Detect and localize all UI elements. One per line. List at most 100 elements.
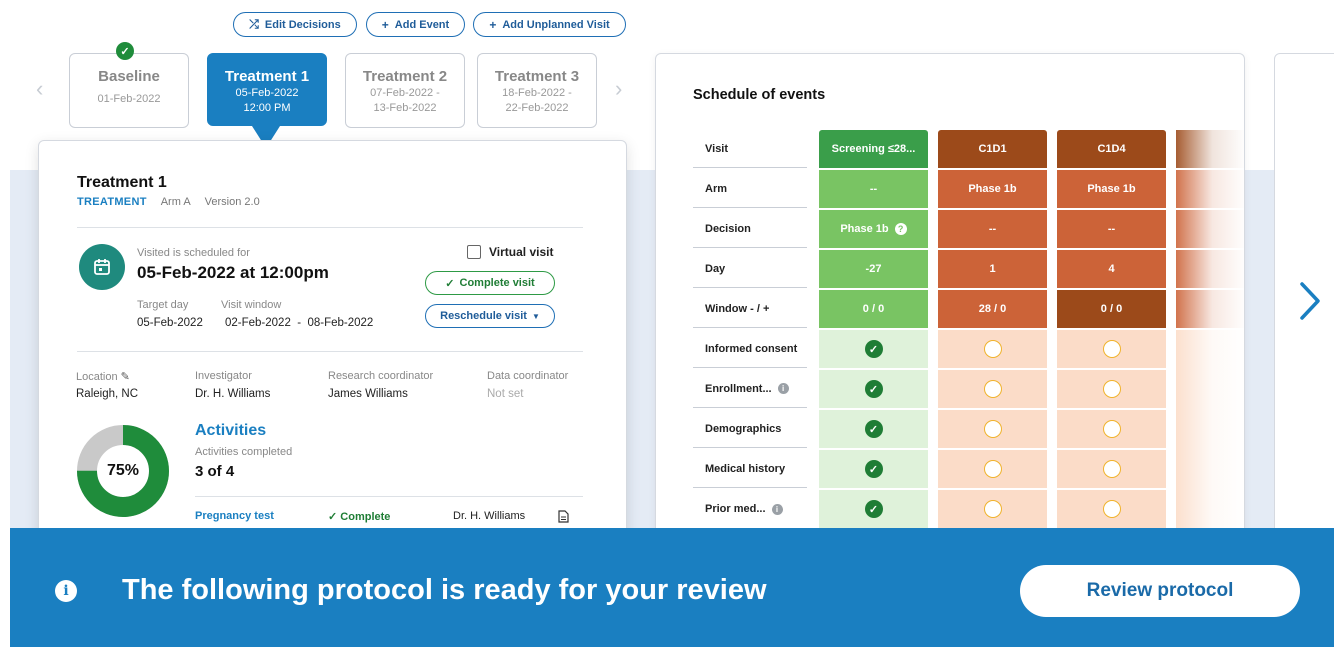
schedule-title: Schedule of events [693, 87, 826, 103]
header-c1d4[interactable]: C1D4 [1057, 130, 1166, 168]
row-label-day: Day [693, 250, 807, 288]
cell-status[interactable] [1057, 370, 1166, 408]
tab-treatment-1[interactable]: Treatment 1 05-Feb-2022 12:00 PM [207, 53, 327, 126]
activity-name-link[interactable]: Pregnancy test [195, 510, 274, 522]
complete-visit-button[interactable]: ✓ Complete visit [425, 271, 555, 295]
chevron-right-icon[interactable]: › [615, 76, 622, 102]
cell-decision: -- [1057, 210, 1166, 248]
pencil-icon[interactable]: ✎ [121, 371, 130, 383]
cell-status[interactable]: ✓ [819, 490, 928, 528]
tab-date-end: 22-Feb-2022 [505, 102, 569, 114]
scheduled-label: Visited is scheduled for [137, 247, 250, 259]
row-label-text: Visit [705, 142, 729, 155]
tab-baseline[interactable]: Baseline 01-Feb-2022 [69, 53, 189, 128]
checkmark-icon: ✓ [116, 42, 134, 60]
investigator-label: Investigator [195, 370, 252, 382]
activity-performer: Dr. H. Williams [453, 510, 526, 522]
review-protocol-button[interactable]: Review protocol [1020, 565, 1300, 617]
divider [77, 227, 583, 228]
data-coordinator-label: Data coordinator [487, 370, 569, 382]
header-c1d1[interactable]: C1D1 [938, 130, 1047, 168]
cell-status[interactable]: ✓ [819, 330, 928, 368]
tab-date-end: 13-Feb-2022 [373, 102, 437, 114]
shuffle-icon: ⤮ [249, 17, 259, 31]
scheduled-date: 05-Feb-2022 at 12:00pm [137, 263, 329, 282]
info-icon[interactable]: i [777, 383, 789, 394]
cell-decision: -- [938, 210, 1047, 248]
pending-circle-icon [983, 340, 1002, 358]
activity-status: ✓ Complete [328, 510, 390, 523]
activities-count: 3 of 4 [195, 463, 235, 480]
activities-completed-label: Activities completed [195, 446, 293, 458]
cell-day: -27 [819, 250, 928, 288]
cell-status[interactable] [938, 410, 1047, 448]
complete-visit-label: Complete visit [459, 277, 535, 289]
row-label-text: Prior med... [705, 503, 766, 515]
row-label-arm: Arm [693, 170, 807, 208]
row-label-text: Enrollment... [705, 382, 772, 395]
visit-window-label: Visit window [221, 299, 282, 311]
target-day-label: Target day [137, 299, 189, 311]
document-icon[interactable] [558, 510, 569, 526]
help-icon[interactable]: ? [894, 223, 907, 235]
cell-arm: Phase 1b [1057, 170, 1166, 208]
visit-version: Version 2.0 [204, 196, 260, 208]
check-circle-icon: ✓ [864, 380, 883, 398]
divider [195, 496, 583, 497]
row-label-text: Day [705, 262, 726, 275]
tab-date: 01-Feb-2022 [97, 93, 161, 105]
cell-status[interactable] [1057, 450, 1166, 488]
tab-treatment-3[interactable]: Treatment 3 18-Feb-2022 - 22-Feb-2022 [477, 53, 597, 128]
cell-status[interactable] [938, 450, 1047, 488]
virtual-visit-checkbox[interactable]: Virtual visit [467, 245, 553, 259]
location-value: Raleigh, NC [76, 388, 138, 400]
cell-status[interactable] [938, 490, 1047, 528]
tab-treatment-2[interactable]: Treatment 2 07-Feb-2022 - 13-Feb-2022 [345, 53, 465, 128]
add-unplanned-visit-button[interactable]: + Add Unplanned Visit [473, 12, 626, 37]
chevron-right-icon[interactable] [1297, 280, 1323, 322]
header-screening[interactable]: Screening ≤28... [819, 130, 928, 168]
cell-arm: Phase 1b [938, 170, 1047, 208]
row-label-demographics: Demographics [693, 410, 807, 448]
cell-status[interactable] [1057, 410, 1166, 448]
check-circle-icon: ✓ [864, 460, 883, 478]
location-label-group: Location ✎ [76, 370, 130, 383]
row-label-text: Medical history [705, 462, 786, 475]
cell-status[interactable] [938, 330, 1047, 368]
research-coordinator-value: James Williams [328, 388, 408, 400]
row-label-text: Window - / + [705, 302, 770, 315]
info-icon[interactable]: i [771, 503, 783, 515]
cell-status[interactable] [1057, 330, 1166, 368]
check-icon: ✓ [328, 511, 338, 523]
cell-status[interactable]: ✓ [819, 410, 928, 448]
row-label-medical-history: Medical history [693, 450, 807, 488]
tab-date: 18-Feb-2022 - [502, 87, 572, 99]
location-label: Location [76, 371, 118, 383]
tab-title: Treatment 3 [494, 68, 580, 85]
cell-status[interactable] [938, 370, 1047, 408]
edit-decisions-label: Edit Decisions [264, 18, 341, 31]
cell-status[interactable] [1057, 490, 1166, 528]
check-circle-icon: ✓ [864, 500, 883, 518]
cell-decision: Phase 1b ? [819, 210, 928, 248]
tab-title: Treatment 1 [224, 68, 310, 85]
cell-status[interactable]: ✓ [819, 370, 928, 408]
pending-circle-icon [1102, 460, 1121, 478]
check-icon: ✓ [445, 277, 455, 290]
check-circle-icon: ✓ [864, 340, 883, 358]
visit-meta: TREATMENT Arm A Version 2.0 [77, 196, 260, 208]
row-label-visit: Visit [693, 130, 807, 168]
scroll-fade [1171, 124, 1244, 569]
add-event-button[interactable]: + Add Event [366, 12, 465, 37]
cell-status[interactable]: ✓ [819, 450, 928, 488]
cell-day: 1 [938, 250, 1047, 288]
target-day-value: 05-Feb-2022 [137, 317, 203, 329]
progress-percent: 75% [106, 462, 140, 479]
edit-decisions-button[interactable]: ⤮ Edit Decisions [233, 12, 357, 37]
chevron-left-icon[interactable]: ‹ [36, 76, 43, 102]
visit-window-value: 02-Feb-2022 - 08-Feb-2022 [225, 317, 374, 329]
tab-time: 12:00 PM [243, 102, 291, 114]
pending-circle-icon [983, 380, 1002, 398]
row-label-window: Window - / + [693, 290, 807, 328]
reschedule-visit-button[interactable]: Reschedule visit ▼ [425, 304, 555, 328]
